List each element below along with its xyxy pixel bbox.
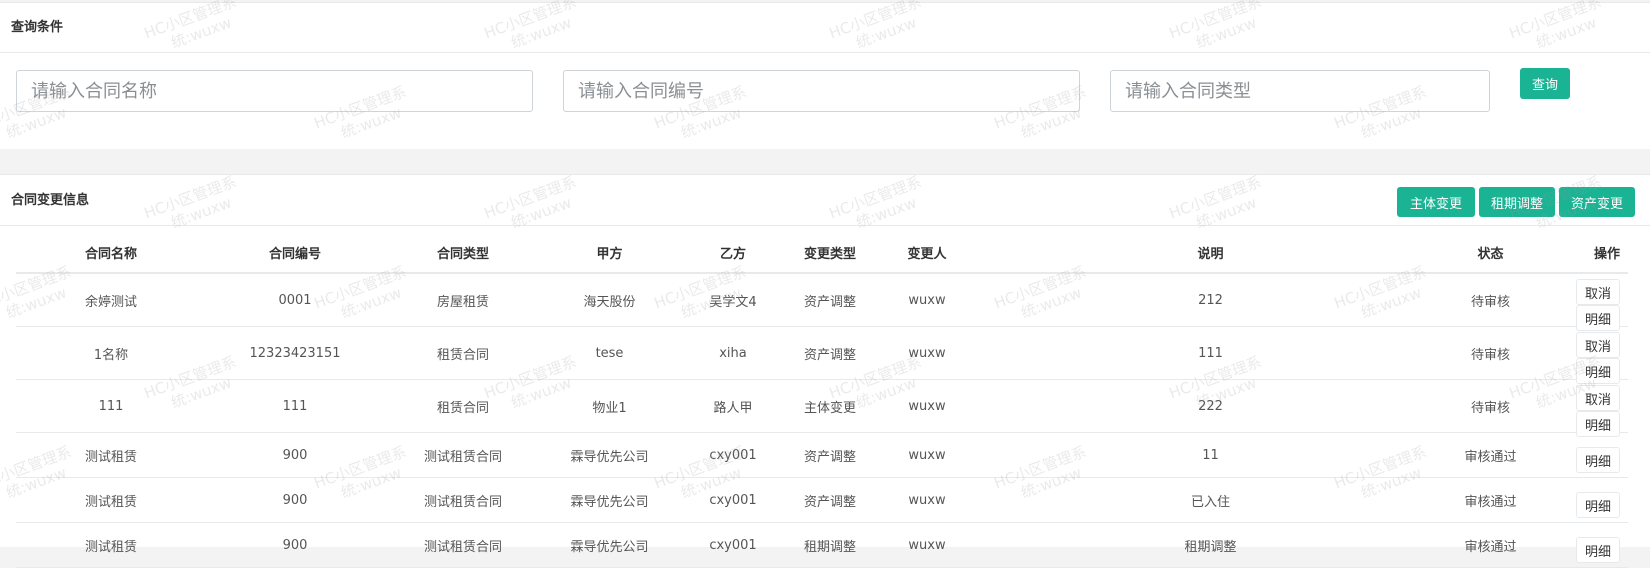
contract-type-cell: 租赁合同 [384, 379, 542, 433]
contract-code-cell: 900 [206, 477, 384, 523]
table-row: 测试租赁 900 测试租赁合同 霖导优先公司 cxy001 资产调整 wuxw … [16, 432, 1628, 478]
table-row: 1名称 12323423151 租赁合同 tese xiha 资产调整 wuxw… [16, 326, 1628, 384]
contract-type-cell: 房屋租赁 [384, 273, 542, 327]
column-header: 合同类型 [384, 232, 542, 274]
detail-button[interactable]: 明细 [1575, 305, 1620, 331]
query-button[interactable]: 查询 [1520, 68, 1570, 99]
subject-change-button[interactable]: 主体变更 [1397, 187, 1475, 217]
remark-cell: 212 [983, 273, 1438, 327]
contract-name-cell: 余婷测试 [16, 273, 206, 327]
change-type-cell: 主体变更 [789, 379, 871, 433]
contract-code-input[interactable] [563, 70, 1080, 112]
column-header: 合同名称 [16, 232, 206, 274]
contract-name-cell: 1名称 [16, 326, 206, 380]
party-b-cell: xiha [677, 326, 789, 380]
contract-code-cell: 12323423151 [206, 326, 384, 380]
contract-type-cell: 租赁合同 [384, 326, 542, 380]
column-header: 变更人 [871, 232, 983, 274]
table-row: 测试租赁 900 测试租赁合同 霖导优先公司 cxy001 资产调整 wuxw … [16, 477, 1628, 523]
operations-cell: 取消明细 [1543, 273, 1628, 331]
contract-type-cell: 测试租赁合同 [384, 522, 542, 568]
remark-cell: 111 [983, 326, 1438, 380]
status-cell: 待审核 [1438, 326, 1543, 380]
remark-cell: 租期调整 [983, 522, 1438, 568]
lease-adjust-button[interactable]: 租期调整 [1479, 187, 1555, 217]
changer-cell: wuxw [871, 326, 983, 380]
remark-cell: 11 [983, 432, 1438, 478]
operations-cell: 明细 [1543, 432, 1628, 478]
detail-button[interactable]: 明细 [1575, 411, 1620, 437]
operations-cell: 明细 [1543, 522, 1628, 568]
changer-cell: wuxw [871, 432, 983, 478]
operations-cell: 明细 [1543, 477, 1628, 523]
party-b-cell: cxy001 [677, 522, 789, 568]
contract-code-cell: 111 [206, 379, 384, 433]
column-header: 操作 [1543, 232, 1628, 274]
status-cell: 待审核 [1438, 273, 1543, 327]
contract-code-cell: 900 [206, 432, 384, 478]
column-header: 变更类型 [789, 232, 871, 274]
table-row: 111 111 租赁合同 物业1 路人甲 主体变更 wuxw 222 待审核 取… [16, 379, 1628, 437]
column-header: 状态 [1438, 232, 1543, 274]
column-header: 合同编号 [206, 232, 384, 274]
detail-button[interactable]: 明细 [1575, 537, 1620, 563]
column-header: 说明 [983, 232, 1438, 274]
status-cell: 待审核 [1438, 379, 1543, 433]
status-cell: 审核通过 [1438, 522, 1543, 568]
search-panel: 查询条件 查询 [0, 2, 1650, 149]
party-a-cell: 霖导优先公司 [542, 432, 677, 478]
contract-name-cell: 111 [16, 379, 206, 433]
contract-type-input[interactable] [1110, 70, 1490, 112]
party-a-cell: 海天股份 [542, 273, 677, 327]
asset-change-button[interactable]: 资产变更 [1559, 187, 1635, 217]
contract-change-panel: 合同变更信息 主体变更 租期调整 资产变更 合同名称 合同编号 合同类型 甲方 … [0, 174, 1650, 568]
table-row: 余婷测试 0001 房屋租赁 海天股份 吴学文4 资产调整 wuxw 212 待… [16, 273, 1628, 331]
party-a-cell: 物业1 [542, 379, 677, 433]
change-type-cell: 资产调整 [789, 432, 871, 478]
contract-name-cell: 测试租赁 [16, 522, 206, 568]
change-type-cell: 资产调整 [789, 326, 871, 380]
cancel-button[interactable]: 取消 [1575, 279, 1620, 305]
contract-name-input[interactable] [16, 70, 533, 112]
party-b-cell: cxy001 [677, 432, 789, 478]
party-a-cell: 霖导优先公司 [542, 477, 677, 523]
contract-code-cell: 0001 [206, 273, 384, 327]
operations-cell: 取消明细 [1543, 326, 1628, 384]
change-type-cell: 租期调整 [789, 522, 871, 568]
status-cell: 审核通过 [1438, 432, 1543, 478]
detail-button[interactable]: 明细 [1575, 358, 1620, 384]
column-header: 甲方 [542, 232, 677, 274]
changer-cell: wuxw [871, 379, 983, 433]
operations-cell: 取消明细 [1543, 379, 1628, 437]
contract-change-table: 合同名称 合同编号 合同类型 甲方 乙方 变更类型 变更人 说明 状态 操作 余… [16, 232, 1628, 568]
change-type-cell: 资产调整 [789, 273, 871, 327]
remark-cell: 已入住 [983, 477, 1438, 523]
party-a-cell: 霖导优先公司 [542, 522, 677, 568]
cancel-button[interactable]: 取消 [1575, 385, 1620, 411]
party-a-cell: tese [542, 326, 677, 380]
changer-cell: wuxw [871, 522, 983, 568]
contract-name-cell: 测试租赁 [16, 477, 206, 523]
changer-cell: wuxw [871, 477, 983, 523]
party-b-cell: 吴学文4 [677, 273, 789, 327]
table-header-row: 合同名称 合同编号 合同类型 甲方 乙方 变更类型 变更人 说明 状态 操作 [16, 232, 1628, 274]
status-cell: 审核通过 [1438, 477, 1543, 523]
cancel-button[interactable]: 取消 [1575, 332, 1620, 358]
change-type-cell: 资产调整 [789, 477, 871, 523]
changer-cell: wuxw [871, 273, 983, 327]
table-row: 测试租赁 900 测试租赁合同 霖导优先公司 cxy001 租期调整 wuxw … [16, 522, 1628, 568]
contract-type-cell: 测试租赁合同 [384, 477, 542, 523]
contract-name-cell: 测试租赁 [16, 432, 206, 478]
detail-button[interactable]: 明细 [1575, 447, 1620, 473]
contract-type-cell: 测试租赁合同 [384, 432, 542, 478]
detail-button[interactable]: 明细 [1575, 492, 1620, 518]
remark-cell: 222 [983, 379, 1438, 433]
search-panel-title: 查询条件 [0, 3, 1650, 53]
party-b-cell: cxy001 [677, 477, 789, 523]
column-header: 乙方 [677, 232, 789, 274]
contract-code-cell: 900 [206, 522, 384, 568]
party-b-cell: 路人甲 [677, 379, 789, 433]
